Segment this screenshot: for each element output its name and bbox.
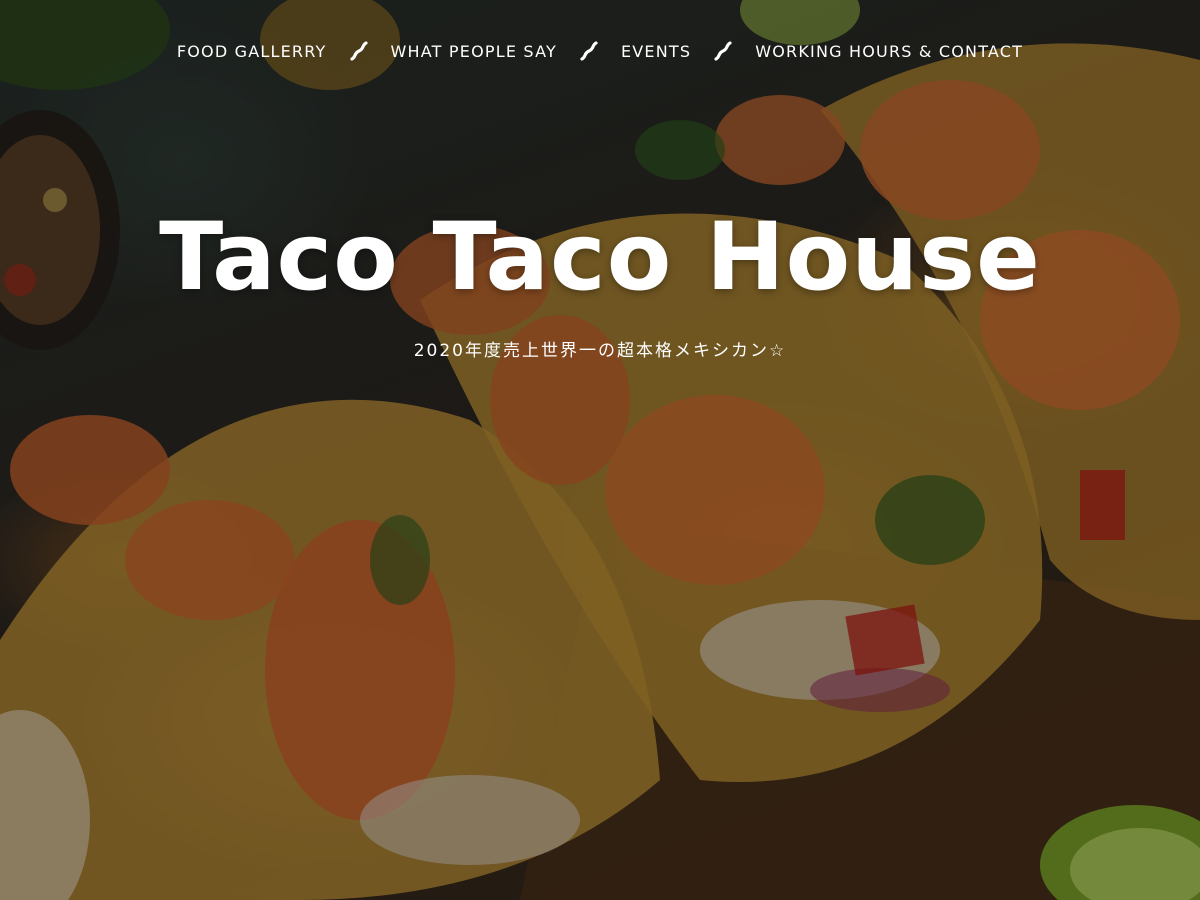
main-nav: FOOD GALLERRY WHAT PEOPLE SAY EVENTS WOR… bbox=[0, 40, 1200, 62]
nav-link-events[interactable]: EVENTS bbox=[621, 42, 691, 61]
wavy-slash-icon bbox=[578, 40, 600, 62]
nav-link-working-hours-contact[interactable]: WORKING HOURS & CONTACT bbox=[755, 42, 1023, 61]
wavy-slash-icon bbox=[712, 40, 734, 62]
nav-link-food-gallery[interactable]: FOOD GALLERRY bbox=[177, 42, 327, 61]
nav-link-what-people-say[interactable]: WHAT PEOPLE SAY bbox=[391, 42, 557, 61]
site-title: Taco Taco House bbox=[159, 203, 1041, 312]
wavy-slash-icon bbox=[348, 40, 370, 62]
site-tagline: 2020年度売上世界一の超本格メキシカン☆ bbox=[413, 341, 787, 361]
hero-section: FOOD GALLERRY WHAT PEOPLE SAY EVENTS WOR… bbox=[0, 0, 1200, 900]
dark-overlay bbox=[0, 0, 1200, 900]
